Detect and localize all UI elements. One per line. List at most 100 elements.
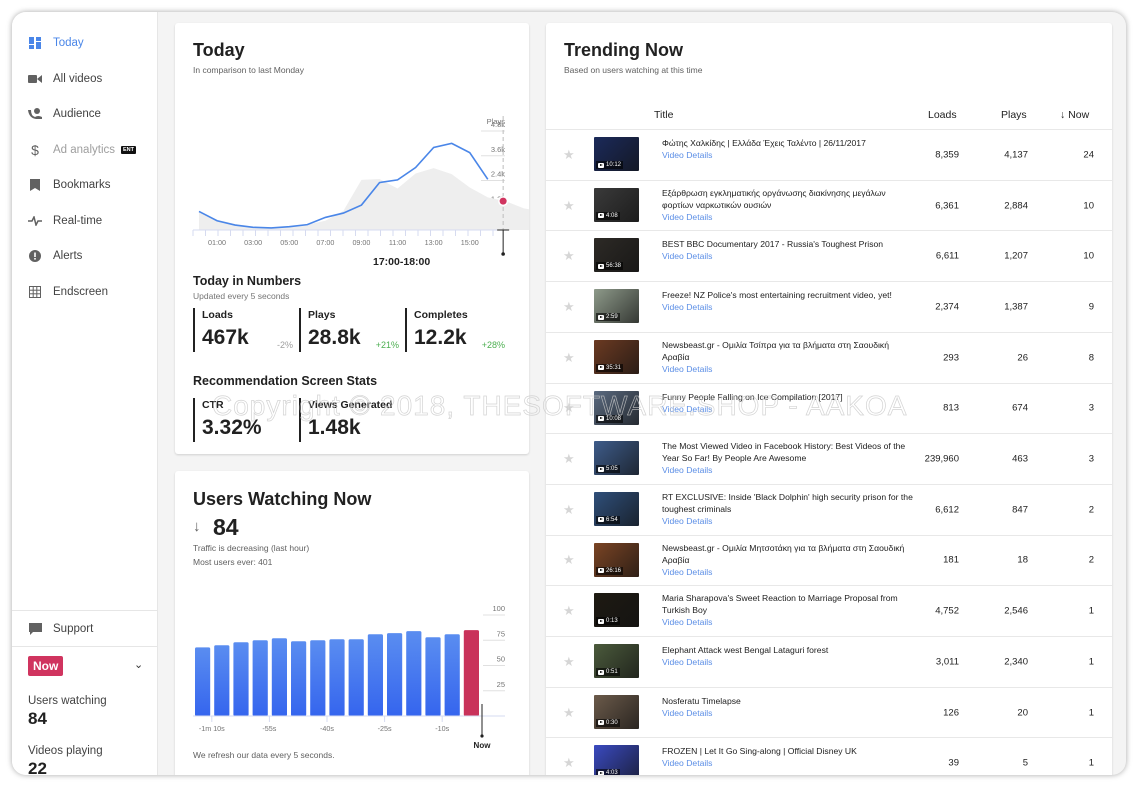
video-details-link[interactable]: Video Details [662, 616, 917, 628]
bar[interactable] [367, 634, 383, 716]
star-icon[interactable]: ★ [563, 502, 575, 518]
col-title[interactable]: Title [654, 109, 673, 121]
sidebar-item-today[interactable]: Today [12, 28, 158, 58]
today-line-chart[interactable]: 1.2k2.4k3.6k4.8kPlays01:00 03:00 05:00 07:0… [175, 88, 529, 258]
sidebar-item-audience[interactable]: Audience [12, 99, 158, 129]
video-thumbnail[interactable]: 2:59 [594, 289, 639, 324]
sidebar-item-real-time[interactable]: Real-time [12, 206, 158, 236]
sidebar-item-all-videos[interactable]: All videos [12, 64, 158, 94]
video-title: Newsbeast.gr - Ομιλία Τσίπρα για τα βλήμ… [662, 339, 889, 362]
bar[interactable] [233, 642, 249, 716]
metric-delta: +21% [375, 340, 399, 350]
star-icon[interactable]: ★ [563, 451, 575, 467]
sidebar-item-alerts[interactable]: Alerts [12, 241, 158, 271]
video-details-link[interactable]: Video Details [662, 515, 917, 527]
table-row[interactable]: ★ 10:12 Φώτης Χαλκίδης | Ελλάδα Έχεις Τα… [546, 129, 1112, 180]
video-thumbnail[interactable]: 4:03 [594, 745, 639, 775]
bar[interactable] [425, 637, 441, 716]
bar[interactable] [329, 639, 345, 716]
table-row[interactable]: ★ 26:16 Newsbeast.gr - Ομιλία Μητσοτάκη … [546, 534, 1112, 586]
sidebar-item-bookmarks[interactable]: Bookmarks [12, 170, 158, 200]
sidebar-item-label: Ad analytics [53, 143, 116, 156]
loads-value: 8,359 [935, 149, 959, 161]
star-icon[interactable]: ★ [563, 350, 575, 366]
x-tick-label: 09:00 [352, 238, 370, 247]
loads-value: 3,011 [935, 656, 959, 668]
bar[interactable] [310, 640, 326, 716]
star-icon[interactable]: ★ [563, 198, 575, 214]
video-title: Newsbeast.gr - Ομιλία Μητσοτάκη για τα β… [662, 542, 905, 565]
table-row[interactable]: ★ 0:51 Elephant Attack west Bengal Latag… [546, 636, 1112, 687]
video-thumbnail[interactable]: 5:05 [594, 441, 639, 476]
table-row[interactable]: ★ 4:08 Εξάρθρωση εγκληματικής οργάνωσης … [546, 179, 1112, 231]
table-row[interactable]: ★ 4:03 FROZEN | Let It Go Sing-along | O… [546, 737, 1112, 775]
y-tick-label: 75 [497, 629, 505, 638]
video-details-link[interactable]: Video Details [662, 149, 917, 161]
col-loads[interactable]: Loads [928, 109, 957, 121]
video-thumbnail[interactable]: 6:54 [594, 491, 639, 526]
col-now[interactable]: ↓ Now [1060, 109, 1089, 121]
video-details-link[interactable]: Video Details [662, 464, 917, 476]
video-details-link[interactable]: Video Details [662, 757, 917, 769]
table-row[interactable]: ★ 56:38 BEST BBC Documentary 2017 - Russ… [546, 230, 1112, 281]
video-thumbnail[interactable]: 0:51 [594, 644, 639, 678]
bar[interactable] [348, 639, 364, 716]
table-row[interactable]: ★ 2:59 Freeze! NZ Police's most entertai… [546, 281, 1112, 332]
video-thumbnail[interactable]: 56:38 [594, 238, 639, 273]
table-row[interactable]: ★ 0:13 Maria Sharapova's Sweet Reaction … [546, 585, 1112, 636]
star-icon[interactable]: ★ [563, 400, 575, 416]
video-details-link[interactable]: Video Details [662, 656, 917, 668]
star-icon[interactable]: ★ [563, 755, 575, 771]
table-row[interactable]: ★ 10:08 Funny People Falling on Ice Comp… [546, 382, 1112, 434]
star-icon[interactable]: ★ [563, 654, 575, 670]
video-details-link[interactable]: Video Details [662, 566, 917, 578]
sidebar-item-label: Audience [53, 108, 101, 120]
video-details-link[interactable]: Video Details [662, 707, 917, 719]
bar[interactable] [406, 631, 422, 716]
bar[interactable] [291, 641, 307, 716]
plays-value: 5 [1022, 757, 1028, 769]
star-icon[interactable]: ★ [563, 552, 575, 568]
video-details-link[interactable]: Video Details [662, 301, 917, 313]
bar[interactable] [444, 634, 460, 716]
play-icon [598, 365, 604, 371]
x-tick-label: 01:00 [208, 238, 226, 247]
sidebar-item-support[interactable]: Support [12, 614, 158, 644]
bar[interactable] [387, 633, 403, 716]
bar[interactable] [214, 645, 230, 716]
video-details-link[interactable]: Video Details [662, 363, 917, 375]
table-row[interactable]: ★ 0:30 Nosferatu Timelapse Video Details… [546, 686, 1112, 738]
star-icon[interactable]: ★ [563, 603, 575, 619]
star-icon[interactable]: ★ [563, 299, 575, 315]
bar[interactable] [195, 647, 211, 716]
col-plays[interactable]: Plays [1001, 109, 1027, 121]
sidebar-item-ad-analytics[interactable]: $ Ad analytics ENT [12, 135, 158, 165]
video-thumbnail[interactable]: 0:13 [594, 593, 639, 628]
video-thumbnail[interactable]: 35:31 [594, 339, 639, 374]
chevron-down-icon[interactable]: ⌄ [134, 658, 143, 671]
metric-loads: Loads 467k -2% [193, 308, 293, 352]
video-thumbnail[interactable]: 10:12 [594, 137, 639, 171]
app-window: Today All videos Audience $ Ad analytics ENT B… [12, 12, 1126, 775]
area-series-last-monday [199, 168, 529, 230]
bar-current[interactable] [463, 630, 479, 716]
bar[interactable] [271, 638, 287, 716]
users-now-bar-chart[interactable]: 25 50 75 100 -1m 10s -55s -40s -25s -10s Now [175, 599, 529, 759]
bar[interactable] [252, 640, 268, 716]
video-thumbnail[interactable]: 0:30 [594, 694, 639, 729]
y-tick-label: 25 [497, 680, 505, 689]
video-thumbnail[interactable]: 26:16 [594, 542, 639, 577]
video-thumbnail[interactable]: 4:08 [594, 187, 639, 222]
video-details-link[interactable]: Video Details [662, 211, 917, 223]
table-row[interactable]: ★ 6:54 RT EXCLUSIVE: Inside 'Black Dolph… [546, 483, 1112, 535]
video-thumbnail[interactable]: 10:08 [594, 390, 639, 425]
star-icon[interactable]: ★ [563, 147, 575, 163]
video-details-link[interactable]: Video Details [662, 250, 917, 262]
current-value-marker[interactable] [499, 197, 507, 205]
table-row[interactable]: ★ 5:05 The Most Viewed Video in Facebook… [546, 433, 1112, 484]
star-icon[interactable]: ★ [563, 248, 575, 264]
table-row[interactable]: ★ 35:31 Newsbeast.gr - Ομιλία Τσίπρα για… [546, 331, 1112, 383]
video-details-link[interactable]: Video Details [662, 403, 917, 415]
star-icon[interactable]: ★ [563, 705, 575, 721]
sidebar-item-endscreen[interactable]: Endscreen [12, 277, 158, 307]
